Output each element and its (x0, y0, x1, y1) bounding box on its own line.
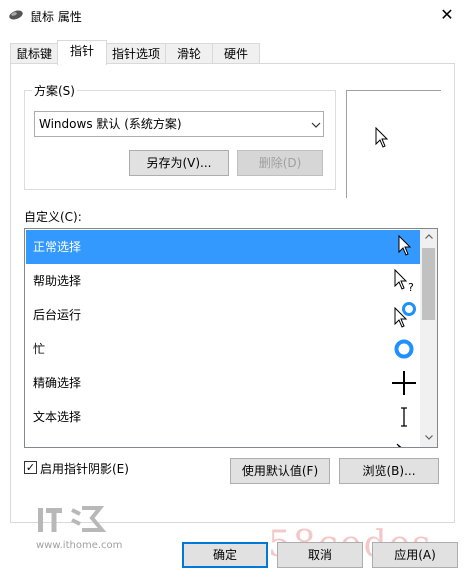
cursor-list[interactable]: 正常选择 帮助选择 ? 后台运行 忙 精确选择 文本选择 (24, 228, 438, 448)
customize-label: 自定义(C): (24, 210, 82, 224)
list-item[interactable]: 忙 (26, 332, 421, 366)
svg-text:?: ? (408, 281, 414, 294)
window-title: 鼠标 属性 (30, 10, 82, 24)
tab-buttons[interactable]: 鼠标键 (10, 43, 58, 63)
list-item[interactable]: 精确选择 (26, 366, 421, 400)
busy-cursor-icon (394, 339, 414, 359)
list-item[interactable]: 后台运行 (26, 298, 421, 332)
watermark-url: www.ithome.com (36, 540, 123, 551)
pointer-shadow-checkbox[interactable]: ✓ (24, 461, 37, 474)
apply-button[interactable]: 应用(A) (372, 542, 458, 568)
tab-hardware[interactable]: 硬件 (212, 43, 260, 63)
crosshair-cursor-icon (392, 371, 416, 395)
tab-pointer-options[interactable]: 指针选项 (106, 43, 166, 63)
scrollbar-thumb[interactable] (422, 248, 435, 320)
save-as-button[interactable]: 另存为(V)... (129, 150, 229, 176)
list-item-label: 后台运行 (33, 308, 82, 322)
list-item-label: 帮助选择 (33, 274, 82, 288)
tab-wheel[interactable]: 滑轮 (165, 43, 213, 63)
list-item[interactable]: 文本选择 (26, 400, 421, 434)
scheme-select[interactable]: Windows 默认 (系统方案) (34, 111, 324, 137)
arrow-cursor-icon (398, 234, 412, 256)
delete-button[interactable]: 删除(D) (237, 150, 323, 176)
mouse-icon (9, 10, 23, 20)
ithome-logo (38, 506, 107, 532)
list-item-label: 忙 (33, 342, 46, 356)
use-default-button[interactable]: 使用默认值(F) (230, 458, 330, 484)
chevron-down-icon[interactable] (308, 111, 324, 137)
list-item[interactable]: 帮助选择 ? (26, 264, 421, 298)
cancel-button[interactable]: 取消 (277, 542, 363, 568)
list-item-label: 文本选择 (33, 410, 82, 424)
close-button[interactable]: ✕ (436, 4, 458, 26)
text-select-cursor-icon (401, 407, 407, 427)
list-item-label: 精确选择 (33, 376, 82, 390)
browse-button[interactable]: 浏览(B)... (339, 458, 439, 484)
ok-button[interactable]: 确定 (182, 542, 268, 568)
arrow-cursor-icon (375, 127, 389, 148)
list-item-label: 正常选择 (33, 240, 82, 254)
help-cursor-icon: ? (394, 268, 414, 294)
working-in-background-cursor-icon (394, 302, 416, 328)
pointer-shadow-label: 启用指针阴影(E) (40, 462, 129, 476)
tab-pointers[interactable]: 指针 (57, 40, 107, 65)
list-item[interactable]: 正常选择 (26, 230, 421, 264)
scroll-up-icon[interactable] (420, 229, 437, 246)
handwriting-cursor-icon (396, 443, 402, 447)
cursor-preview (346, 90, 441, 198)
scroll-down-icon[interactable] (420, 430, 437, 447)
list-item[interactable] (26, 434, 421, 447)
tab-strip: 鼠标键 指针 指针选项 滑轮 硬件 (0, 40, 465, 65)
scheme-label: 方案(S) (32, 82, 77, 99)
